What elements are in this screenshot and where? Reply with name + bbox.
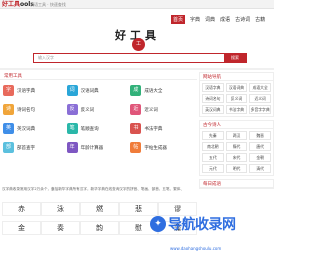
char-cell[interactable]: 赤	[2, 202, 41, 216]
brand-logo[interactable]: 好工具 工	[115, 27, 165, 51]
tool-item[interactable]: 近近义词	[130, 102, 194, 117]
box2-link[interactable]: 魏晋	[249, 131, 271, 140]
watermark-text: 导航收录网	[168, 217, 236, 233]
tool-label: 笔顺查询	[80, 126, 99, 132]
poets-title: 古今诗人	[200, 121, 273, 129]
tool-item[interactable]: 帖字帖生成器	[130, 140, 194, 155]
poets-grid: 先秦 两汉 魏晋南北朝 隋代 唐代五代 宋代 金朝元代 明代 清代	[200, 129, 273, 175]
tool-icon: 字	[3, 85, 14, 96]
box1-link[interactable]: 英汉词典	[202, 105, 224, 114]
tool-item[interactable]: 词汉语词典	[66, 83, 131, 98]
nav-item-gushici[interactable]: 古诗词	[235, 16, 250, 24]
right-sidebar: 网站导航 汉语字典 汉语词典 成语大全诗词名句 反义词 近义词英汉词典 书法字典 多音字字典…	[199, 72, 274, 192]
box1-link[interactable]: 成语大全	[249, 83, 271, 92]
box1-link[interactable]: 近义词	[249, 94, 271, 103]
tool-label: 字帖生成器	[144, 145, 167, 151]
tool-item[interactable]: 反反义词	[66, 102, 131, 117]
tool-label: 部首查字	[17, 145, 35, 151]
tool-item[interactable]: 部部首查字	[3, 140, 67, 155]
tool-icon: 笔	[66, 123, 78, 134]
tool-icon: 部	[3, 142, 14, 153]
box2-link[interactable]: 南北朝	[202, 142, 224, 151]
box2-link[interactable]: 唐代	[249, 142, 271, 151]
poets-box: 古今诗人 先秦 两汉 魏晋南北朝 隋代 唐代五代 宋代 金朝元代 明代 清代	[199, 120, 274, 176]
tool-item[interactable]: 英英汉词典	[3, 121, 67, 136]
tool-label: 反义词	[80, 107, 95, 113]
tool-item[interactable]: 字汉语字典	[3, 83, 67, 98]
tool-label: 汉语字典	[17, 88, 35, 94]
box2-link[interactable]: 五代	[202, 153, 224, 162]
tool-label: 年龄计算器	[80, 145, 104, 151]
char-cell[interactable]: 奏	[41, 221, 80, 235]
char-cell[interactable]: 燃	[80, 202, 119, 216]
nav-item-zidian[interactable]: 字典	[190, 16, 200, 24]
tool-icon: 词	[66, 85, 78, 96]
site-nav-box: 网站导航 汉语字典 汉语词典 成语大全诗词名句 反义词 近义词英汉词典 书法字典 多音字字典	[199, 72, 274, 117]
site-nav-title: 网站导航	[200, 73, 273, 81]
tool-item[interactable]: 年年龄计算器	[66, 140, 131, 155]
watermark-compass-icon: ✦	[150, 216, 166, 232]
nav-item-guji[interactable]: 古籍	[255, 16, 265, 24]
tool-icon: 书	[130, 123, 142, 134]
logo-text-a: 好工具	[2, 1, 21, 8]
watermark: ✦ 导航收录网	[150, 214, 236, 234]
box1-link[interactable]: 反义词	[225, 94, 248, 103]
site-description: 汉字典收录常用汉字2万余个，囊括新华字典所有汉字，新华字典在线查询汉字的拼音、笔…	[2, 187, 197, 192]
tool-item[interactable]: 成成语大全	[130, 83, 194, 98]
box2-link[interactable]: 隋代	[225, 142, 248, 151]
slogan: 汉语工具 · 快速查找	[30, 2, 66, 7]
brand-seal-icon: 工	[132, 38, 145, 51]
daily-idiom-box: 每日成语	[199, 179, 274, 189]
tool-label: 英汉词典	[17, 126, 35, 132]
tools-grid: 字汉语字典词汉语词典成成语大全诗诗词名句反反义词近近义词英英汉词典笔笔顺查询书书…	[0, 80, 197, 158]
box2-link[interactable]: 宋代	[225, 153, 248, 162]
search-button[interactable]: 搜索	[224, 54, 246, 62]
tool-label: 成语大全	[144, 88, 163, 94]
description-text: 汉字典收录常用汉字2万余个，囊括新华字典所有汉字，新华字典在线查询汉字的拼音、笔…	[2, 187, 184, 191]
char-cell[interactable]: 韵	[80, 221, 119, 235]
tool-label: 诗词名句	[17, 107, 35, 113]
nav-item-home[interactable]: 首页	[171, 15, 186, 24]
tool-icon: 成	[130, 85, 142, 96]
tool-icon: 诗	[3, 104, 14, 115]
tool-icon: 近	[130, 104, 142, 115]
tool-item[interactable]: 诗诗词名句	[3, 102, 67, 117]
box2-link[interactable]: 元代	[202, 164, 224, 173]
box1-link[interactable]: 汉语词典	[225, 83, 248, 92]
nav-item-cidian[interactable]: 词典	[205, 16, 215, 24]
char-cell[interactable]: 金	[2, 221, 41, 235]
nav-item-chengyu[interactable]: 成语	[220, 16, 230, 24]
box1-link[interactable]: 书法字典	[225, 105, 248, 114]
site-nav-grid: 汉语字典 汉语词典 成语大全诗词名句 反义词 近义词英汉词典 书法字典 多音字字典	[200, 81, 273, 116]
box2-link[interactable]: 明代	[225, 164, 248, 173]
tool-label: 汉语词典	[80, 88, 99, 94]
main-nav: 首页 字典 词典 成语 古诗词 古籍	[171, 15, 274, 24]
box1-link[interactable]: 汉语字典	[202, 83, 224, 92]
tool-label: 近义词	[144, 107, 158, 113]
char-cell[interactable]: 泳	[41, 202, 80, 216]
box2-link[interactable]: 清代	[249, 164, 271, 173]
tool-item[interactable]: 书书法字典	[130, 121, 194, 136]
top-bar: 好工具ools 汉语工具 · 快速查找	[0, 0, 274, 9]
box2-link[interactable]: 金朝	[249, 153, 271, 162]
tool-icon: 英	[3, 123, 14, 134]
box1-link[interactable]: 多音字字典	[249, 105, 271, 114]
tool-icon: 帖	[130, 142, 142, 153]
daily-idiom-title: 每日成语	[200, 180, 273, 188]
tool-item[interactable]: 笔笔顺查询	[66, 121, 131, 136]
tool-icon: 年	[66, 142, 78, 153]
box2-link[interactable]: 先秦	[202, 131, 224, 140]
watermark-url: www.daohangshoulu.com	[170, 246, 222, 251]
search-bar: 输入汉字 搜索	[33, 53, 247, 63]
tool-icon: 反	[66, 104, 78, 115]
divider	[0, 68, 274, 70]
tools-panel: 常用工具 字汉语字典词汉语词典成成语大全诗诗词名句反反义词近近义词英英汉词典笔笔…	[0, 72, 197, 182]
box1-link[interactable]: 诗词名句	[202, 94, 224, 103]
tools-panel-title: 常用工具	[0, 72, 197, 80]
box2-link[interactable]: 两汉	[225, 131, 248, 140]
search-input[interactable]: 输入汉字	[34, 54, 224, 62]
tool-label: 书法字典	[144, 126, 163, 132]
